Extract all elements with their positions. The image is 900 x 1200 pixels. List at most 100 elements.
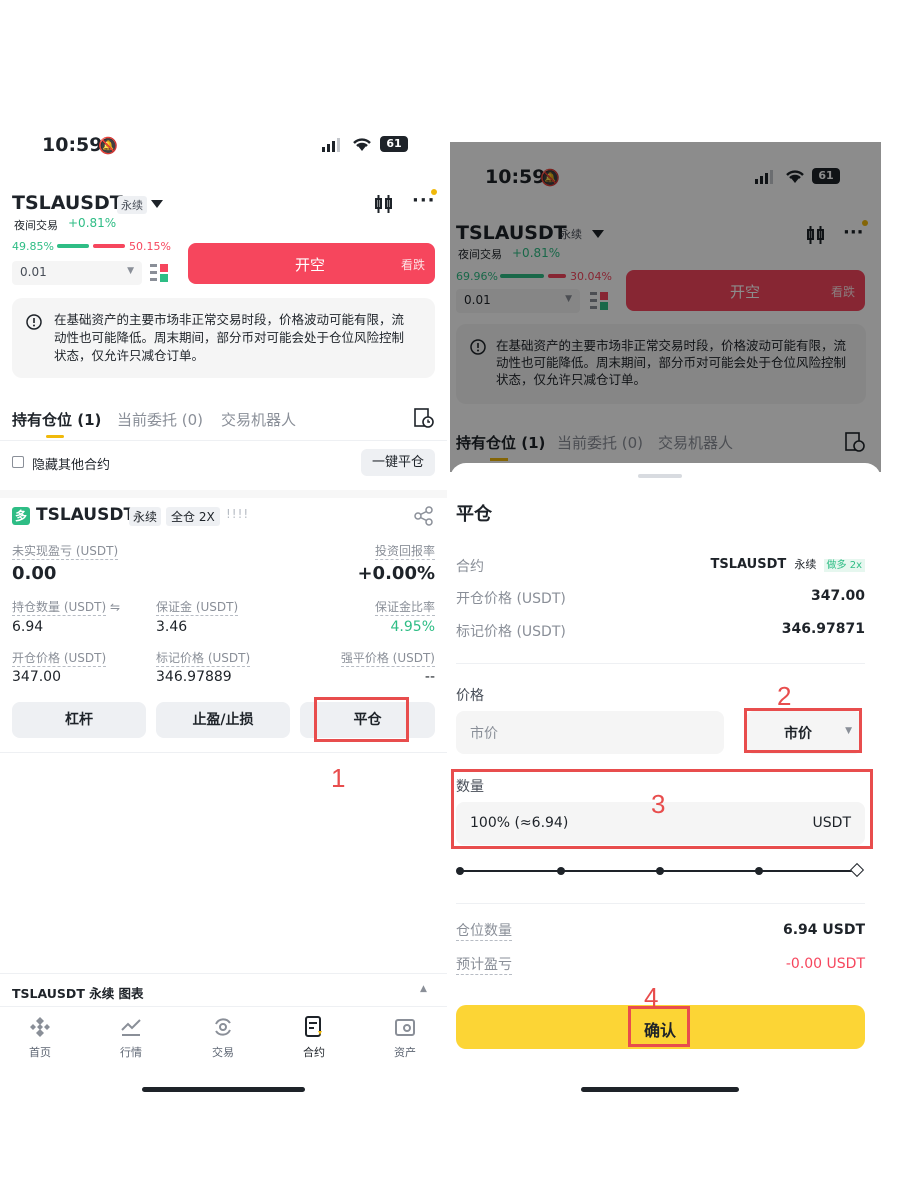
sheet-title: 平仓 bbox=[456, 504, 492, 525]
notice-banner: 在基础资产的主要市场非正常交易时段，价格波动可能有限，流动性也可能降低。周末期间… bbox=[12, 298, 435, 378]
notice-text: 在基础资产的主要市场非正常交易时段，价格波动可能有限，流动性也可能降低。周末期间… bbox=[54, 312, 405, 363]
roi-label: 投资回报率 bbox=[374, 544, 435, 560]
info-icon bbox=[26, 314, 42, 330]
divider bbox=[0, 1006, 447, 1007]
nav-markets-label: 行情 bbox=[120, 1046, 142, 1059]
slider-stop-50[interactable] bbox=[656, 867, 664, 875]
mark-price-value: 346.97871 bbox=[781, 621, 865, 637]
size-label: 持仓数量 (USDT) bbox=[12, 600, 107, 616]
sheet-handle[interactable] bbox=[638, 474, 682, 478]
trade-exchange-icon bbox=[215, 1018, 231, 1036]
divider bbox=[456, 663, 865, 664]
slider-stop-0[interactable] bbox=[456, 867, 464, 875]
wifi-icon bbox=[353, 138, 371, 151]
divider bbox=[0, 440, 447, 441]
position-symbol[interactable]: TSLAUSDT bbox=[36, 505, 135, 525]
signal-bars-icon: !!!! bbox=[226, 507, 250, 521]
tab-indicator bbox=[46, 435, 64, 438]
est-pnl-value: -0.00 USDT bbox=[785, 956, 865, 972]
nav-assets[interactable]: 资产 bbox=[375, 1016, 435, 1060]
annotation-box-4 bbox=[628, 1006, 690, 1047]
orderbook-icon[interactable] bbox=[150, 264, 168, 282]
futures-doc-icon bbox=[305, 1016, 322, 1037]
annotation-number-1: 1 bbox=[331, 763, 346, 793]
quantity-input[interactable]: 0.01 ▼ bbox=[12, 261, 142, 285]
price-label: 价格 bbox=[456, 688, 484, 704]
ratio-buy: 49.85% bbox=[12, 240, 54, 253]
nav-trade[interactable]: 交易 bbox=[193, 1016, 253, 1060]
divider bbox=[0, 752, 447, 753]
margin-ratio-label: 保证金比率 bbox=[374, 600, 435, 616]
signal-icon bbox=[322, 138, 340, 152]
nav-futures[interactable]: 合约 bbox=[284, 1016, 344, 1060]
pnl-label: 未实现盈亏 (USDT) bbox=[12, 544, 119, 560]
notification-dot-icon bbox=[431, 189, 437, 195]
tab-positions[interactable]: 持有仓位 (1) bbox=[12, 409, 101, 430]
nav-assets-label: 资产 bbox=[394, 1046, 416, 1059]
history-icon[interactable] bbox=[414, 408, 434, 428]
chevron-down-icon: ▼ bbox=[127, 266, 134, 276]
annotation-number-2: 2 bbox=[777, 681, 792, 711]
est-pnl-label: 预计盈亏 bbox=[456, 954, 512, 975]
hide-other-checkbox[interactable] bbox=[12, 456, 24, 468]
home-indicator bbox=[581, 1087, 739, 1092]
dim-overlay[interactable] bbox=[450, 142, 881, 472]
battery-icon: 61 bbox=[380, 136, 408, 152]
symbol-title[interactable]: TSLAUSDT bbox=[12, 192, 123, 214]
mark-price-label: 标记价格 (USDT) bbox=[456, 624, 566, 640]
annotation-box-2 bbox=[744, 708, 862, 753]
liq-price-label: 强平价格 (USDT) bbox=[340, 651, 435, 667]
swap-icon[interactable]: ⇋ bbox=[110, 600, 120, 614]
nav-markets[interactable]: 行情 bbox=[101, 1016, 161, 1060]
open-short-button[interactable]: 开空 看跌 bbox=[188, 243, 435, 284]
price-input[interactable]: 市价 bbox=[456, 711, 724, 754]
open-short-label: 开空 bbox=[295, 256, 326, 274]
home-indicator bbox=[142, 1087, 305, 1092]
entry-price-label: 开仓价格 (USDT) bbox=[456, 591, 566, 607]
pnl-value: 0.00 bbox=[12, 563, 57, 584]
markets-chart-icon bbox=[121, 1019, 141, 1036]
mark-price-value: 346.97889 bbox=[156, 669, 232, 685]
chevron-up-icon[interactable]: ▲ bbox=[420, 984, 427, 994]
home-logo-icon bbox=[30, 1017, 50, 1037]
divider bbox=[0, 973, 447, 974]
nav-home[interactable]: 首页 bbox=[10, 1016, 70, 1060]
ratio-bar bbox=[57, 244, 125, 248]
slider-stop-25[interactable] bbox=[557, 867, 565, 875]
price-placeholder: 市价 bbox=[470, 726, 498, 742]
status-time: 10:59 bbox=[42, 134, 103, 156]
tp-sl-button[interactable]: 止盈/止损 bbox=[156, 702, 290, 738]
ratio-sell: 50.15% bbox=[129, 240, 171, 253]
nav-futures-label: 合约 bbox=[303, 1046, 325, 1059]
nav-home-label: 首页 bbox=[29, 1046, 51, 1059]
contract-side-badge: 做多 2x bbox=[823, 559, 865, 572]
chevron-down-icon[interactable] bbox=[151, 200, 163, 208]
position-size-value: 6.94 USDT bbox=[782, 922, 865, 938]
liq-price-value: -- bbox=[424, 669, 435, 685]
divider bbox=[456, 903, 865, 904]
position-perp-tag: 永续 bbox=[129, 507, 162, 526]
mark-price-label: 标记价格 (USDT) bbox=[156, 651, 251, 667]
close-all-button[interactable]: 一键平仓 bbox=[361, 449, 435, 476]
slider-handle[interactable] bbox=[849, 862, 865, 878]
slider-stop-75[interactable] bbox=[755, 867, 763, 875]
hide-other-label: 隐藏其他合约 bbox=[32, 458, 111, 473]
contract-label: 合约 bbox=[456, 559, 484, 575]
tab-bots[interactable]: 交易机器人 bbox=[221, 409, 296, 430]
quantity-value: 0.01 bbox=[20, 265, 47, 279]
wallet-icon bbox=[395, 1019, 415, 1036]
bear-label: 看跌 bbox=[400, 258, 425, 272]
annotation-number-4: 4 bbox=[644, 982, 659, 1012]
contract-info: TSLAUSDT 永续 做多 2x bbox=[710, 556, 865, 572]
position-size-label: 仓位数量 bbox=[456, 920, 512, 941]
perp-tag: 永续 bbox=[117, 196, 147, 214]
tab-open-orders[interactable]: 当前委托 (0) bbox=[117, 409, 203, 430]
change-percent: +0.81% bbox=[68, 216, 117, 230]
chart-bar-label[interactable]: TSLAUSDT 永续 图表 bbox=[12, 983, 144, 1002]
margin-value: 3.46 bbox=[156, 619, 188, 635]
share-icon[interactable] bbox=[414, 506, 434, 526]
leverage-button[interactable]: 杠杆 bbox=[12, 702, 146, 738]
contract-perp: 永续 bbox=[794, 558, 817, 571]
section-divider bbox=[0, 490, 447, 498]
candlestick-icon[interactable] bbox=[374, 195, 394, 213]
